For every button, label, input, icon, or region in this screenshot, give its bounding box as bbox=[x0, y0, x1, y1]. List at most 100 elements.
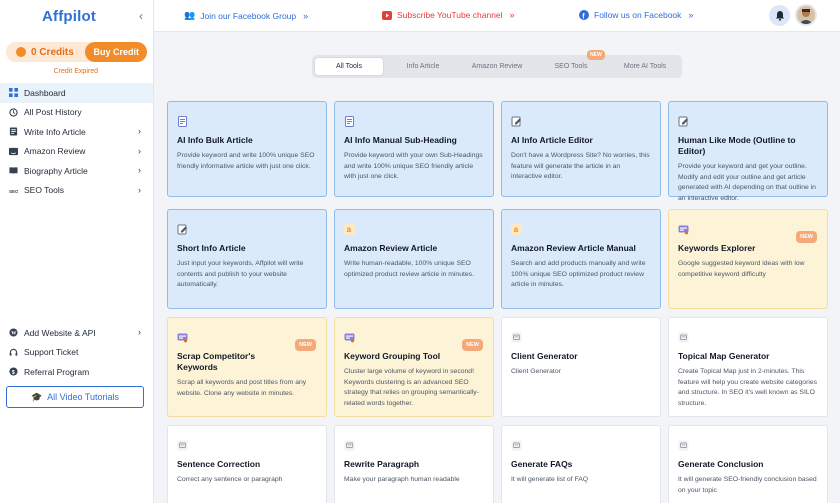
new-badge: NEW bbox=[462, 339, 483, 351]
tab-new-badge: NEW bbox=[587, 50, 605, 60]
logo-row: Affpilot ‹ bbox=[0, 0, 153, 32]
chevron-right-icon: › bbox=[138, 327, 141, 337]
tool-card-title: Keywords Explorer bbox=[678, 243, 756, 253]
sidebar-item-label: All Post History bbox=[24, 107, 82, 118]
join-facebook-group-link[interactable]: 👥 Join our Facebook Group » bbox=[184, 10, 308, 21]
facebook-group-label: Join our Facebook Group bbox=[200, 10, 297, 21]
tool-card-description: Cluster large volume of keyword in secon… bbox=[344, 368, 479, 407]
tool-card-description: Scrap all keywords and post titles from … bbox=[177, 379, 307, 397]
sidebar-item-label: Referral Program bbox=[24, 366, 90, 377]
sidebar-item-referral-program[interactable]: $ Referral Program bbox=[0, 362, 153, 382]
notification-bell-icon[interactable] bbox=[769, 5, 790, 26]
sidebar-item-support-ticket[interactable]: Support Ticket bbox=[0, 343, 153, 363]
tool-card-title: AI Info Manual Sub-Heading bbox=[344, 135, 457, 145]
tab-info-article[interactable]: Info Article bbox=[388, 57, 458, 76]
credit-status: Credit Expired bbox=[53, 68, 98, 75]
tool-card-description: Search and add products manually and wri… bbox=[511, 260, 646, 288]
tool-card[interactable]: Keyword Grouping Tool Cluster large volum… bbox=[334, 317, 494, 417]
user-avatar[interactable] bbox=[795, 4, 817, 26]
follow-facebook-link[interactable]: f Follow us on Facebook » bbox=[579, 10, 693, 20]
tool-card[interactable]: a Amazon Review Article Write human-readab… bbox=[334, 209, 494, 309]
app-logo[interactable]: Affpilot bbox=[42, 8, 96, 25]
tool-card[interactable]: Rewrite Paragraph Make your paragraph hum… bbox=[334, 425, 494, 503]
sidebar-item-biography-article[interactable]: Biography Article › bbox=[0, 161, 153, 181]
tool-card-description: Make your paragraph human readable bbox=[344, 476, 460, 483]
svg-text:SEO: SEO bbox=[9, 189, 18, 194]
tab-all-tools[interactable]: All Tools bbox=[314, 57, 384, 76]
document-icon bbox=[177, 114, 188, 127]
svg-text:a: a bbox=[347, 225, 352, 234]
sidebar-item-label: Dashboard bbox=[24, 87, 66, 98]
tool-card-description: Provide keyword and write 100% unique SE… bbox=[177, 152, 315, 170]
tool-card[interactable]: Topical Map Generator Create Topical Map … bbox=[668, 317, 828, 417]
youtube-label: Subscribe YouTube channel bbox=[397, 10, 503, 20]
tool-card[interactable]: a Amazon Review Article Manual Search and … bbox=[501, 209, 661, 309]
tool-card[interactable]: Human Like Mode (Outline to Editor) Provi… bbox=[668, 101, 828, 202]
tool-card-title: AI Info Bulk Article bbox=[177, 135, 253, 145]
tool-icon bbox=[177, 438, 188, 451]
sidebar-item-label: Write Info Article bbox=[24, 126, 86, 137]
video-button-label: All Video Tutorials bbox=[47, 392, 120, 402]
tool-icon bbox=[344, 438, 355, 451]
tool-card[interactable]: Sentence Correction Correct any sentence … bbox=[167, 425, 327, 503]
tool-card-title: Short Info Article bbox=[177, 243, 246, 253]
tool-card-title: Generate FAQs bbox=[511, 459, 573, 469]
tool-card-description: Write human-readable, 100% unique SEO op… bbox=[344, 260, 474, 278]
tool-card-description: Just input your keywords, Affpilot will … bbox=[177, 260, 304, 288]
tool-card-description: Client Generator bbox=[511, 368, 561, 375]
sidebar-item-label: Biography Article bbox=[24, 165, 88, 176]
tool-card[interactable]: Short Info Article Just input your keywor… bbox=[167, 209, 327, 309]
tool-card-description: Correct any sentence or paragraph bbox=[177, 476, 283, 483]
tool-card-description: It will generate SEO-friendly conclusion… bbox=[678, 476, 817, 494]
tool-card-title: AI Info Article Editor bbox=[511, 135, 593, 145]
credit-count: 0 Credits bbox=[31, 46, 74, 58]
buy-credit-button[interactable]: Buy Credit bbox=[85, 42, 147, 62]
sidebar-bottom-nav: W Add Website & API › Support Ticket $ R… bbox=[0, 323, 153, 382]
tool-card-description: Provide your keyword and get your outlin… bbox=[678, 163, 816, 202]
tool-card[interactable]: Scrap Competitor's Keywords Scrap all key… bbox=[167, 317, 327, 417]
tool-icon bbox=[511, 438, 522, 451]
facebook-follow-label: Follow us on Facebook bbox=[594, 10, 682, 20]
amazon-icon bbox=[9, 147, 18, 155]
tool-card[interactable]: Keywords Explorer Google suggested keywor… bbox=[668, 209, 828, 309]
tool-icon bbox=[511, 330, 522, 343]
tool-card[interactable]: Generate Conclusion It will generate SEO-… bbox=[668, 425, 828, 503]
credit-box: 0 Credits Buy Credit bbox=[6, 42, 147, 62]
document-icon bbox=[344, 114, 355, 127]
sidebar-item-all-post-history[interactable]: All Post History bbox=[0, 103, 153, 123]
subscribe-youtube-link[interactable]: Subscribe YouTube channel » bbox=[382, 10, 515, 20]
collapse-sidebar-icon[interactable]: ‹ bbox=[139, 9, 143, 23]
svg-text:W: W bbox=[11, 331, 17, 337]
chevron-right-icon: › bbox=[138, 165, 141, 175]
sidebar-item-add-website-api[interactable]: W Add Website & API › bbox=[0, 323, 153, 343]
tool-card-title: Generate Conclusion bbox=[678, 459, 764, 469]
tool-card[interactable]: AI Info Bulk Article Provide keyword and … bbox=[167, 101, 327, 197]
tab-more-ai-tools[interactable]: More AI Tools bbox=[610, 57, 680, 76]
facebook-icon: f bbox=[579, 10, 589, 20]
sidebar-item-label: Support Ticket bbox=[24, 347, 79, 358]
all-video-tutorials-button[interactable]: 🎓 All Video Tutorials bbox=[6, 386, 144, 408]
sidebar-item-dashboard[interactable]: Dashboard bbox=[0, 83, 153, 103]
tool-card[interactable]: AI Info Article Editor Don't have a Wordp… bbox=[501, 101, 661, 197]
sidebar-item-write-info-article[interactable]: Write Info Article › bbox=[0, 122, 153, 142]
tab-amazon-review[interactable]: Amazon Review bbox=[462, 57, 532, 76]
edit-document-icon bbox=[177, 222, 188, 235]
youtube-icon bbox=[382, 10, 392, 20]
document-icon bbox=[9, 127, 18, 136]
tool-card-description: Provide keyword with your own Sub-Headin… bbox=[344, 152, 483, 180]
tool-card[interactable]: AI Info Manual Sub-Heading Provide keywor… bbox=[334, 101, 494, 197]
sidebar-item-seo-tools[interactable]: SEO SEO Tools › bbox=[0, 181, 153, 201]
double-chevron-icon: » bbox=[303, 10, 309, 21]
sidebar: Affpilot ‹ 0 Credits Buy Credit Credit E… bbox=[0, 0, 154, 503]
users-icon: 👥 bbox=[184, 10, 196, 20]
tool-icon bbox=[678, 330, 689, 343]
sidebar-item-amazon-review[interactable]: Amazon Review › bbox=[0, 142, 153, 162]
coin-icon bbox=[16, 47, 26, 57]
dollar-icon: $ bbox=[9, 367, 18, 376]
tool-card[interactable]: Generate FAQs It will generate list of FA… bbox=[501, 425, 661, 503]
keyword-icon bbox=[678, 222, 689, 235]
tool-card[interactable]: Client Generator Client Generator bbox=[501, 317, 661, 417]
tool-card-title: Amazon Review Article Manual bbox=[511, 243, 636, 253]
tool-card-description: It will generate list of FAQ bbox=[511, 476, 589, 483]
new-badge: NEW bbox=[295, 339, 316, 351]
